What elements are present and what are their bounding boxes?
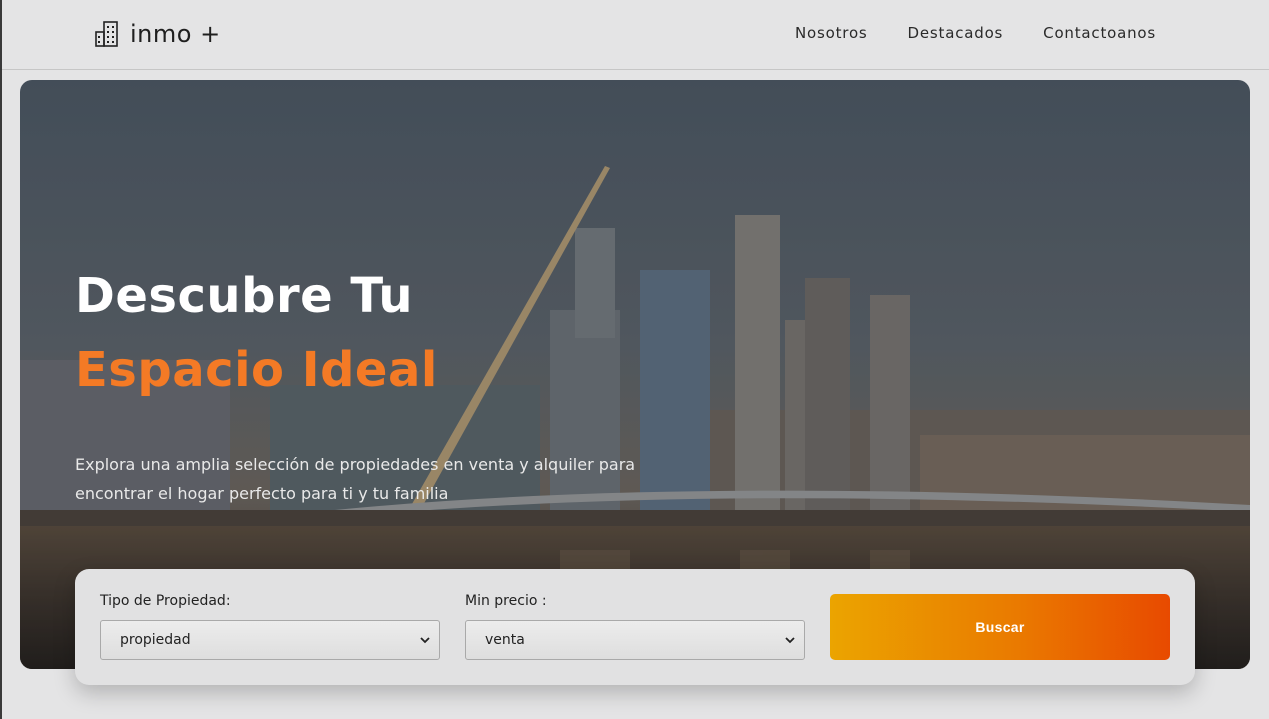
- navbar: inmo + Nosotros Destacados Contactoanos: [2, 0, 1269, 70]
- min-price-select[interactable]: venta: [465, 620, 805, 660]
- search-button[interactable]: Buscar: [830, 594, 1170, 660]
- nav-link-contacto[interactable]: Contactoanos: [1043, 24, 1156, 42]
- hero-title-highlight: Espacio Ideal: [75, 342, 438, 398]
- hero-description: Explora una amplia selección de propieda…: [75, 455, 636, 503]
- chevron-down-icon: [785, 637, 795, 644]
- search-form: Tipo de Propiedad: propiedad Min precio …: [75, 569, 1195, 685]
- nav-links: Nosotros Destacados Contactoanos: [795, 24, 1156, 42]
- nav-link-nosotros[interactable]: Nosotros: [795, 24, 868, 42]
- min-price-value: venta: [485, 632, 525, 648]
- hero-title: Descubre Tu: [75, 268, 414, 324]
- min-price-label: Min precio :: [465, 593, 547, 609]
- nav-link-destacados[interactable]: Destacados: [908, 24, 1004, 42]
- window-edge: [0, 0, 2, 719]
- chevron-down-icon: [420, 637, 430, 644]
- brand-logo[interactable]: inmo +: [94, 18, 221, 50]
- property-type-value: propiedad: [120, 632, 191, 648]
- property-type-label: Tipo de Propiedad:: [100, 593, 231, 609]
- brand-name: inmo +: [130, 20, 221, 48]
- property-type-select[interactable]: propiedad: [100, 620, 440, 660]
- building-icon: [95, 21, 118, 47]
